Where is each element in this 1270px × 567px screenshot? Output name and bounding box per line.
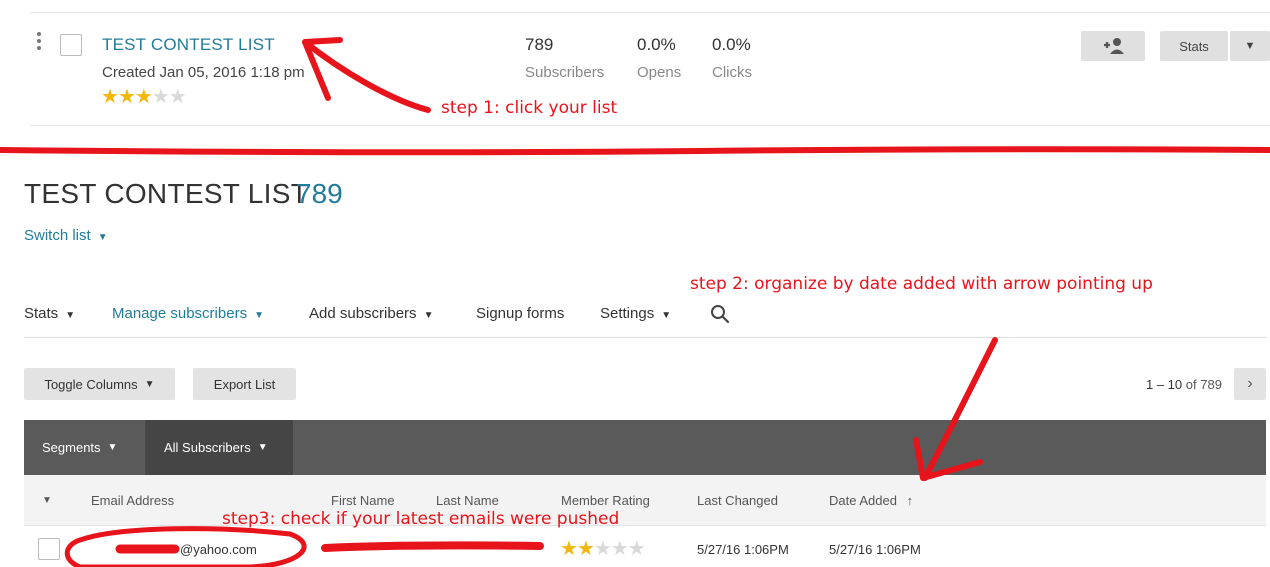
star-icon: ★ <box>151 86 170 108</box>
nav-settings[interactable]: Settings ▼ <box>600 305 671 322</box>
switch-list-label: Switch list <box>24 227 91 244</box>
row-checkbox[interactable] <box>38 538 60 560</box>
subscribers-label: Subscribers <box>525 64 605 81</box>
chevron-down-icon: ▼ <box>65 310 76 321</box>
chevron-down-icon: ▼ <box>144 378 155 390</box>
chevron-down-icon: ▼ <box>661 310 672 321</box>
page-title: TEST CONTEST LIST <box>24 178 309 209</box>
separator-red-line <box>0 146 1270 156</box>
chevron-down-icon: ▼ <box>97 232 108 243</box>
nav-manage-subscribers[interactable]: Manage subscribers ▼ <box>112 305 264 322</box>
list-created-date: Created Jan 05, 2016 1:18 pm <box>102 64 305 81</box>
star-icon: ★ <box>134 86 153 108</box>
chevron-down-icon: ▼ <box>107 442 118 453</box>
next-page-button[interactable]: › <box>1234 368 1266 400</box>
column-date-added-label: Date Added <box>829 493 897 508</box>
nav-divider <box>24 337 1266 338</box>
star-icon: ★ <box>101 86 119 108</box>
subscribers-value: 789 <box>525 35 554 54</box>
nav-manage-subscribers-label: Manage subscribers <box>112 305 248 322</box>
add-subscriber-button[interactable] <box>1081 31 1145 61</box>
top-divider <box>30 12 1270 13</box>
chevron-down-icon: ▼ <box>254 310 264 321</box>
nav-stats[interactable]: Stats ▼ <box>24 305 75 322</box>
chevron-down-icon: ▼ <box>1244 40 1256 52</box>
add-person-icon <box>1104 38 1124 54</box>
column-last-name[interactable]: Last Name <box>436 493 499 508</box>
chevron-down-icon: ▼ <box>423 310 434 321</box>
nav-stats-label: Stats <box>24 305 59 322</box>
step1-annotation: step 1: click your list <box>441 98 618 118</box>
row-last-changed: 5/27/16 1:06PM <box>697 542 789 557</box>
column-date-added[interactable]: Date Added ↑ <box>829 493 913 508</box>
opens-label: Opens <box>637 64 682 81</box>
list-rating-stars: ★★★★★ <box>101 86 187 108</box>
step3-annotation: step3: check if your latest emails were … <box>222 509 620 529</box>
nav-add-subscribers[interactable]: Add subscribers ▼ <box>309 305 433 322</box>
star-icon: ★ <box>627 538 646 560</box>
nav-add-subscribers-label: Add subscribers <box>309 305 417 322</box>
nav-settings-label: Settings <box>600 305 655 322</box>
row-email[interactable]: @yahoo.com <box>180 542 257 557</box>
toggle-columns-label: Toggle Columns <box>44 376 138 392</box>
row-date-added: 5/27/16 1:06PM <box>829 542 921 557</box>
segments-label: Segments <box>42 440 101 455</box>
stats-dropdown-button[interactable]: ▼ <box>1230 31 1270 61</box>
pagination-range: 1 – 10 <box>1146 377 1183 392</box>
select-all-chevron-icon[interactable]: ▼ <box>42 495 52 506</box>
switch-list-link[interactable]: Switch list ▼ <box>24 227 108 244</box>
export-list-button[interactable]: Export List <box>193 368 296 400</box>
table-header-divider <box>24 525 1266 526</box>
drag-handle-icon[interactable] <box>37 32 41 53</box>
stats-button[interactable]: Stats <box>1160 31 1228 61</box>
clicks-label: Clicks <box>712 64 752 81</box>
pagination-total: of 789 <box>1185 377 1222 392</box>
all-subscribers-label: All Subscribers <box>164 440 251 455</box>
step1-arrowhead <box>302 37 343 101</box>
segments-dropdown[interactable]: Segments ▼ <box>24 420 145 475</box>
star-icon: ★ <box>168 86 187 108</box>
star-icon: ★ <box>610 538 629 560</box>
all-subscribers-dropdown[interactable]: All Subscribers ▼ <box>146 420 293 475</box>
star-icon: ★ <box>117 86 136 108</box>
list-checkbox[interactable] <box>60 34 82 56</box>
nav-signup-forms[interactable]: Signup forms <box>476 305 564 322</box>
row-divider <box>30 125 1270 126</box>
star-icon: ★ <box>576 538 595 560</box>
chevron-right-icon: › <box>1247 375 1253 392</box>
search-icon[interactable] <box>710 304 730 324</box>
clicks-value: 0.0% <box>712 35 751 54</box>
toggle-columns-button[interactable]: Toggle Columns ▼ <box>24 368 175 400</box>
page-subscriber-count: 789 <box>296 178 343 209</box>
column-email-address[interactable]: Email Address <box>91 493 174 508</box>
opens-value: 0.0% <box>637 35 676 54</box>
star-icon: ★ <box>560 538 578 560</box>
star-icon: ★ <box>593 538 612 560</box>
arrow-up-icon: ↑ <box>906 493 914 508</box>
column-last-changed[interactable]: Last Changed <box>697 493 778 508</box>
row-member-rating: ★★★★★ <box>560 538 646 560</box>
pagination-info: 1 – 10 of 789 <box>1146 377 1222 392</box>
column-member-rating[interactable]: Member Rating <box>561 493 650 508</box>
nav-signup-forms-label: Signup forms <box>476 305 565 322</box>
column-first-name[interactable]: First Name <box>331 493 395 508</box>
step1-arrow <box>302 39 431 113</box>
step2-annotation: step 2: organize by date added with arro… <box>690 274 1153 294</box>
chevron-down-icon: ▼ <box>257 442 268 453</box>
list-title-link[interactable]: TEST CONTEST LIST <box>102 35 275 55</box>
redaction-mark <box>321 541 544 552</box>
